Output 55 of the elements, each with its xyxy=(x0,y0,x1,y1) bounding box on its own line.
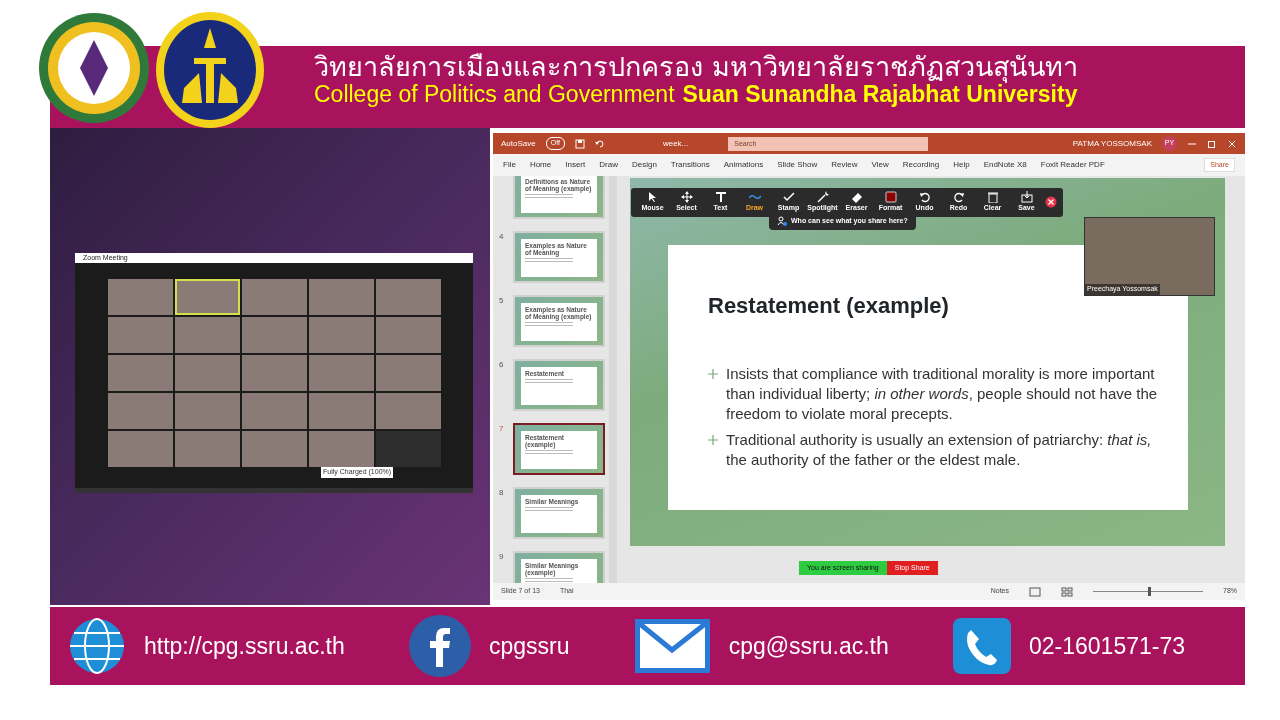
ribbon-tab[interactable]: File xyxy=(503,159,516,171)
ribbon-tab[interactable]: Recording xyxy=(902,159,940,171)
save-icon[interactable] xyxy=(574,138,585,149)
zoom-slider-thumb[interactable] xyxy=(1148,587,1151,596)
eraser-icon xyxy=(850,191,863,203)
ribbon-tab[interactable]: View xyxy=(871,159,889,171)
redo-icon xyxy=(952,191,965,203)
slide-number: 6 xyxy=(499,359,505,371)
ribbon-tab[interactable]: Animations xyxy=(723,159,764,171)
slide-number: 7 xyxy=(499,423,505,435)
mail-icon xyxy=(633,618,711,674)
undo-icon xyxy=(918,191,931,203)
slide-title: Restatement (example) xyxy=(708,292,949,320)
phone-icon xyxy=(952,618,1011,674)
ribbon-tab[interactable]: Home xyxy=(529,159,552,171)
autosave-label: AutoSave xyxy=(501,137,536,150)
ribbon-tab[interactable]: Slide Show xyxy=(777,159,818,171)
ribbon-tab[interactable]: Insert xyxy=(565,159,586,171)
slide-number: 9 xyxy=(499,551,505,563)
contact-text: http://cpg.ssru.ac.th xyxy=(144,631,345,661)
ribbon-tab[interactable]: EndNote X8 xyxy=(983,159,1027,171)
bullet-text: Traditional authority is usually an extension of patriarchy: that is, the authority of the father or the eldest male. xyxy=(726,430,1153,470)
move-icon xyxy=(680,191,693,203)
file-name: week... xyxy=(662,137,689,150)
contact-text: cpg@ssru.ac.th xyxy=(728,631,889,661)
person-icon xyxy=(777,216,787,227)
restore-icon[interactable] xyxy=(1207,138,1217,149)
plus-icon xyxy=(708,435,718,445)
bullet-text: Insists that compliance with traditional morality is more important than individual liberty; in other words, people should not have the freedom to violate moral precepts. xyxy=(726,364,1159,424)
close-icon[interactable] xyxy=(1045,196,1057,209)
ribbon-tab[interactable]: Help xyxy=(953,159,970,171)
grid-view-icon[interactable] xyxy=(1061,586,1073,597)
header-subtitle: College of Politics and Government xyxy=(314,81,675,107)
ribbon-tab[interactable]: Transitions xyxy=(670,159,710,171)
checkmark-icon xyxy=(782,191,795,203)
slide-number: 4 xyxy=(499,231,505,243)
trash-icon xyxy=(986,191,999,203)
ribbon-tab[interactable]: Design xyxy=(631,159,657,171)
facebook-icon xyxy=(408,615,471,677)
plus-icon xyxy=(708,369,718,379)
undo-icon[interactable] xyxy=(594,138,605,149)
ribbon-tab[interactable]: Review xyxy=(831,159,858,171)
ribbon-tab[interactable]: Foxit Reader PDF xyxy=(1040,159,1105,171)
slide-number: 5 xyxy=(499,295,505,307)
user-name: PATMA YOSSOMSAK xyxy=(1072,137,1152,150)
slide-number: 8 xyxy=(499,487,505,499)
wand-icon xyxy=(816,191,829,203)
color-swatch-icon xyxy=(884,191,897,203)
contact-text: 02-1601571-73 xyxy=(1028,631,1185,661)
download-icon xyxy=(1020,191,1033,203)
text-icon xyxy=(714,191,727,203)
normal-view-icon[interactable] xyxy=(1029,586,1041,597)
contact-text: cpgssru xyxy=(488,631,570,661)
ribbon-tab[interactable]: Draw xyxy=(599,159,618,171)
globe-icon xyxy=(68,617,126,675)
